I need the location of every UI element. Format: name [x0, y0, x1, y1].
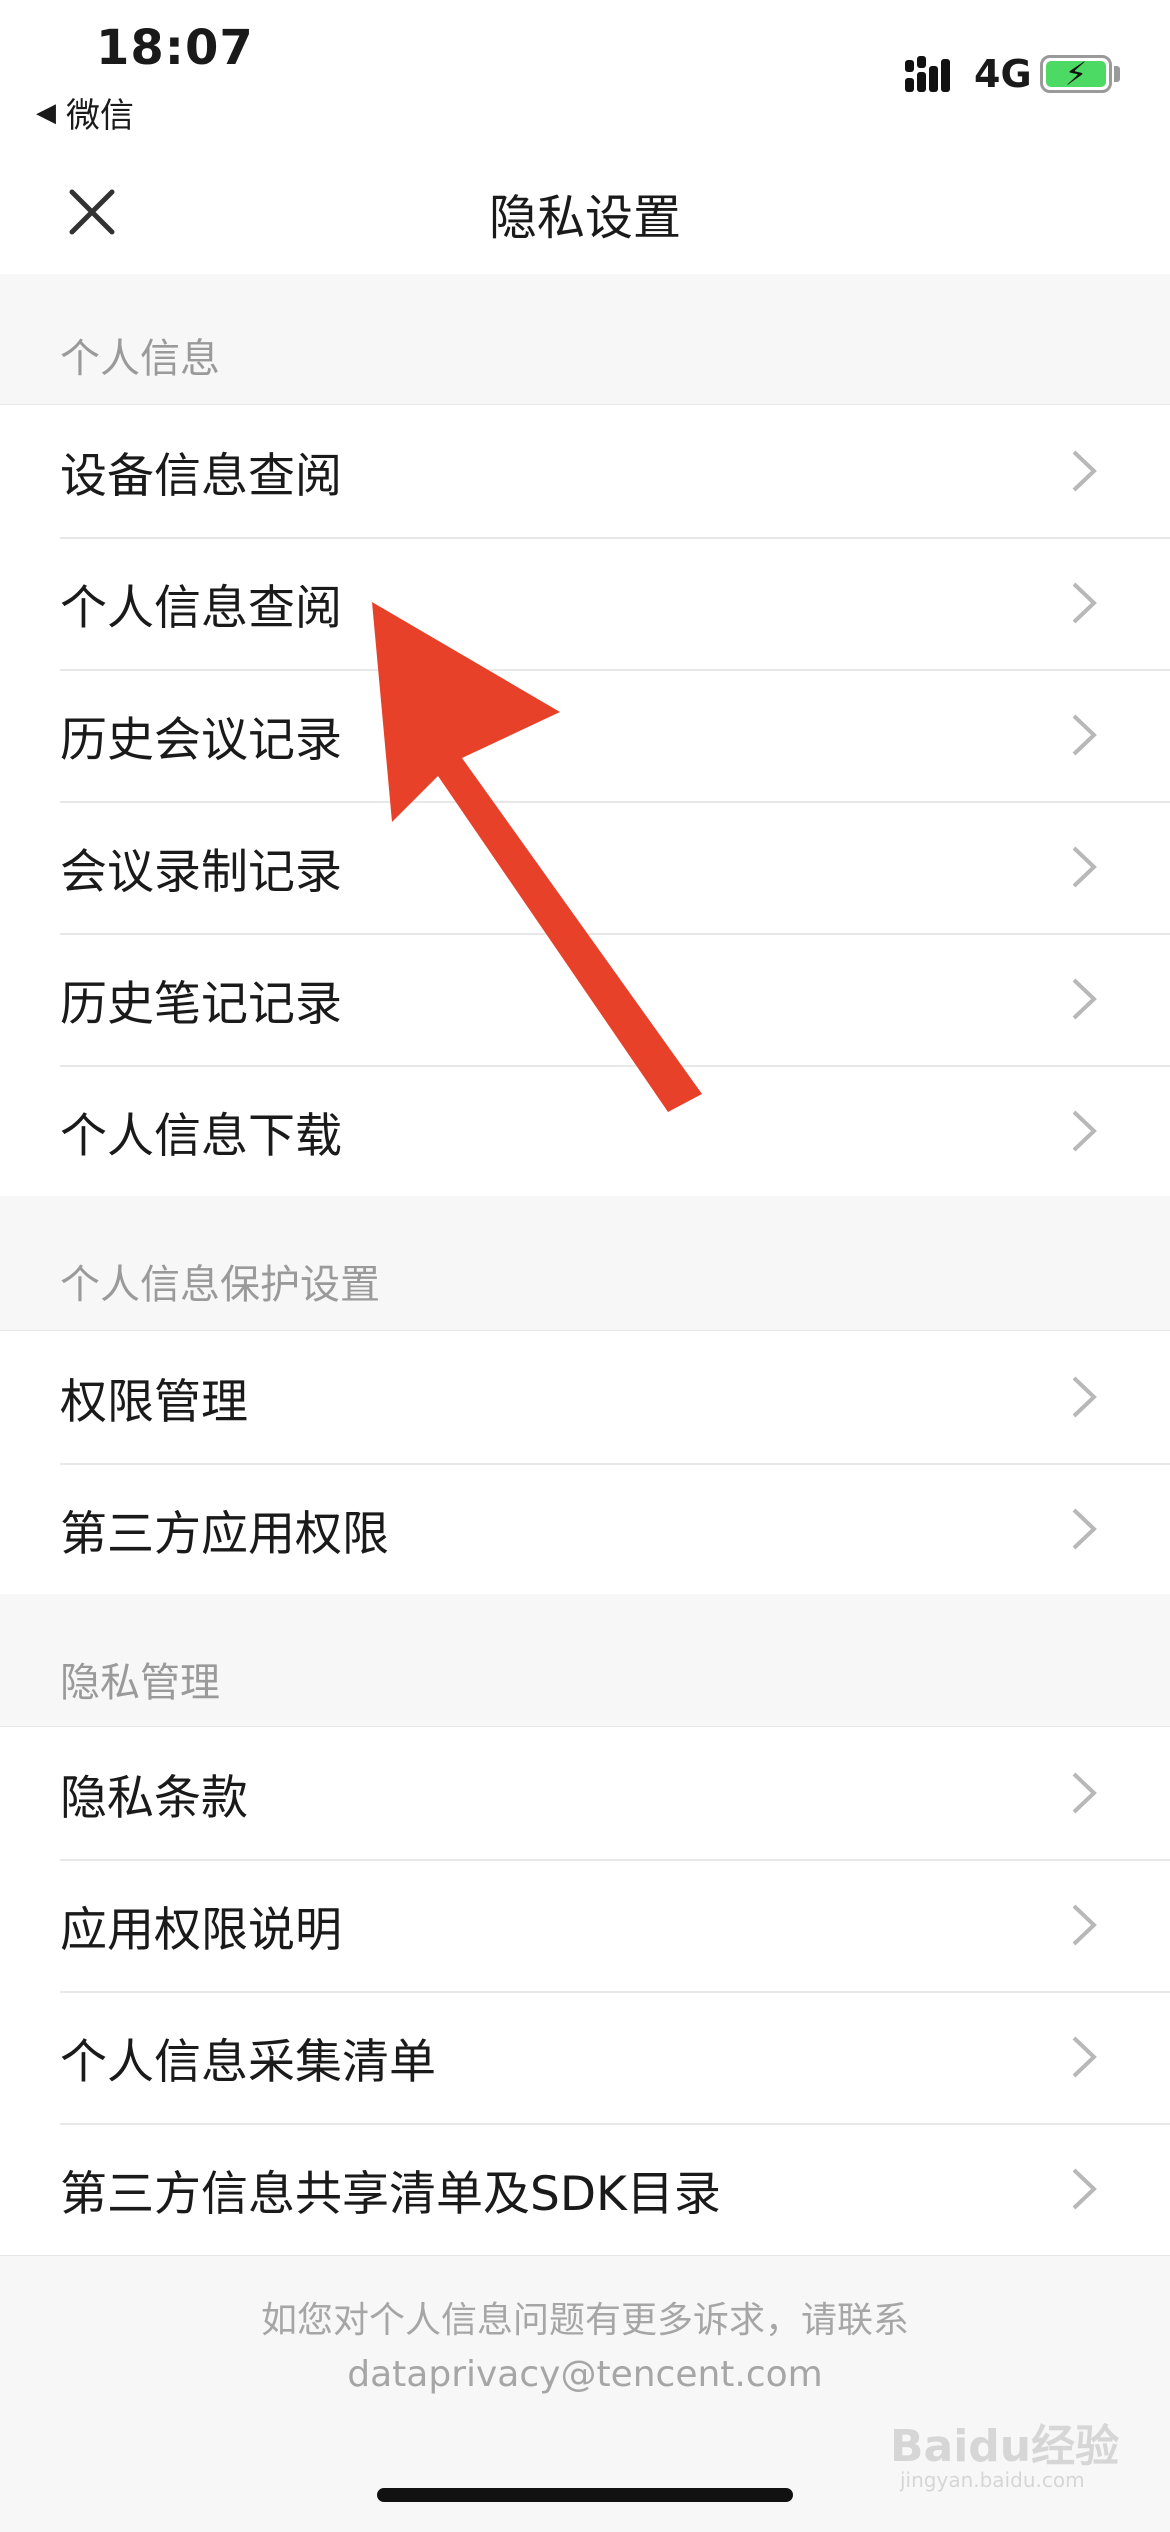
signal-strength-icon — [905, 56, 961, 96]
row-info-collection-list[interactable]: 个人信息采集清单 — [0, 1991, 1170, 2123]
home-indicator[interactable] — [377, 2488, 793, 2502]
chevron-right-icon — [1072, 1376, 1097, 1418]
chevron-right-icon — [1072, 1772, 1097, 1814]
battery-tip — [1114, 66, 1120, 82]
row-label: 历史会议记录 — [60, 712, 342, 768]
chevron-right-icon — [1072, 2168, 1097, 2210]
row-device-info-view[interactable]: 设备信息查阅 — [0, 405, 1170, 537]
section-header-protection-settings: 个人信息保护设置 — [0, 1196, 1170, 1330]
row-label: 个人信息查阅 — [60, 580, 342, 636]
status-time: 18:07 — [96, 20, 254, 76]
watermark-brand: Baidu经验 — [890, 2421, 1120, 2472]
baidu-watermark: Baidu经验 jingyan.baidu.com — [890, 2410, 1119, 2492]
row-label: 历史笔记记录 — [60, 976, 342, 1032]
row-label: 设备信息查阅 — [60, 448, 342, 504]
section-header-label: 个人信息保护设置 — [60, 1262, 380, 1308]
row-meeting-history[interactable]: 历史会议记录 — [0, 669, 1170, 801]
list-protection-settings: 权限管理 第三方应用权限 — [0, 1330, 1170, 1596]
row-third-party-sharing-list[interactable]: 第三方信息共享清单及SDK目录 — [0, 2123, 1170, 2255]
row-label: 个人信息采集清单 — [60, 2034, 436, 2090]
list-personal-info: 设备信息查阅 个人信息查阅 历史会议记录 会议录制记录 历史笔记记录 个人信息下… — [0, 404, 1170, 1198]
row-notes-history[interactable]: 历史笔记记录 — [0, 933, 1170, 1065]
row-label: 会议录制记录 — [60, 844, 342, 900]
footer-email[interactable]: dataprivacy@tencent.com — [0, 2348, 1170, 2402]
row-label: 隐私条款 — [60, 1770, 248, 1826]
row-label: 权限管理 — [60, 1374, 248, 1430]
chevron-right-icon — [1072, 1110, 1097, 1152]
row-label: 第三方应用权限 — [60, 1506, 389, 1562]
chevron-right-icon — [1072, 978, 1097, 1020]
footer-contact: 如您对个人信息问题有更多诉求，请联系 dataprivacy@tencent.c… — [0, 2294, 1170, 2402]
chevron-right-icon — [1072, 846, 1097, 888]
network-type: 4G — [974, 52, 1032, 96]
chevron-right-icon — [1072, 450, 1097, 492]
section-header-label: 个人信息 — [60, 336, 220, 382]
chevron-right-icon — [1072, 714, 1097, 756]
row-permission-management[interactable]: 权限管理 — [0, 1331, 1170, 1463]
row-privacy-policy[interactable]: 隐私条款 — [0, 1727, 1170, 1859]
row-personal-info-view[interactable]: 个人信息查阅 — [0, 537, 1170, 669]
section-header-personal-info: 个人信息 — [0, 274, 1170, 404]
chevron-right-icon — [1072, 1904, 1097, 1946]
row-label: 个人信息下载 — [60, 1108, 342, 1164]
back-triangle-icon: ◀ — [36, 97, 56, 128]
row-third-party-permissions[interactable]: 第三方应用权限 — [0, 1463, 1170, 1595]
section-header-label: 隐私管理 — [60, 1660, 220, 1706]
navigation-bar: 隐私设置 — [0, 150, 1170, 274]
row-label: 第三方信息共享清单及SDK目录 — [60, 2166, 721, 2222]
row-app-permission-description[interactable]: 应用权限说明 — [0, 1859, 1170, 1991]
page-title: 隐私设置 — [488, 190, 681, 246]
list-privacy-management: 隐私条款 应用权限说明 个人信息采集清单 第三方信息共享清单及SDK目录 — [0, 1726, 1170, 2256]
back-app-label: 微信 — [66, 96, 134, 136]
chevron-right-icon — [1072, 1508, 1097, 1550]
section-header-privacy-management: 隐私管理 — [0, 1594, 1170, 1726]
row-personal-info-download[interactable]: 个人信息下载 — [0, 1065, 1170, 1197]
row-label: 应用权限说明 — [60, 1902, 342, 1958]
chevron-right-icon — [1072, 2036, 1097, 2078]
back-to-app-link[interactable]: ◀ 微信 — [36, 88, 134, 137]
chevron-right-icon — [1072, 582, 1097, 624]
status-bar: 18:07 ◀ 微信 4G ⚡ — [0, 0, 1170, 150]
footer-line-1: 如您对个人信息问题有更多诉求，请联系 — [260, 2300, 909, 2341]
row-meeting-recordings[interactable]: 会议录制记录 — [0, 801, 1170, 933]
battery-icon: ⚡ — [1040, 55, 1112, 93]
